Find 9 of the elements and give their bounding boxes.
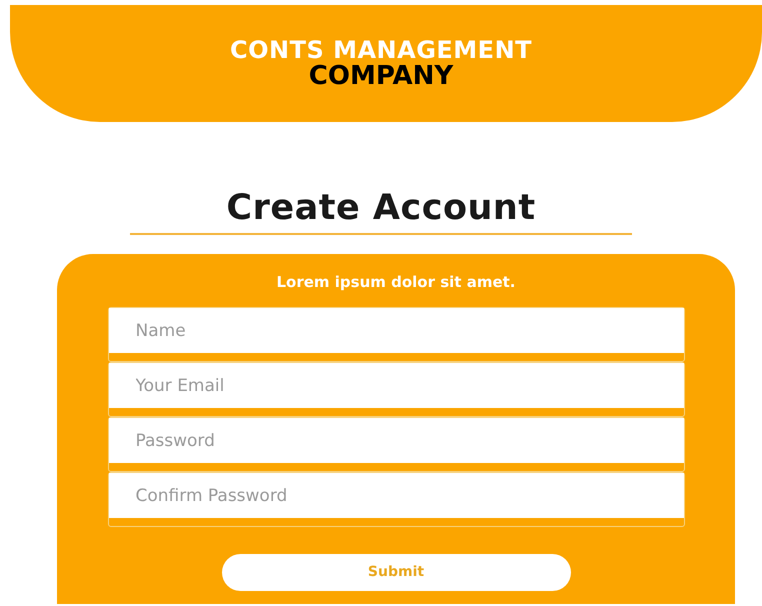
input-field[interactable]: Name [108, 308, 684, 353]
input-field[interactable]: Your Email [108, 363, 684, 408]
company-name: COMPANY [308, 63, 454, 89]
input-field[interactable]: Confirm Password [108, 473, 684, 518]
form-subtitle: Lorem ipsum dolor sit amet. [276, 272, 516, 292]
submit-button[interactable]: Submit [222, 554, 570, 591]
page-heading: Create Account [226, 188, 536, 228]
input-field[interactable]: Password [108, 418, 684, 463]
company-name: CONTS MANAGEMENT [230, 37, 532, 63]
